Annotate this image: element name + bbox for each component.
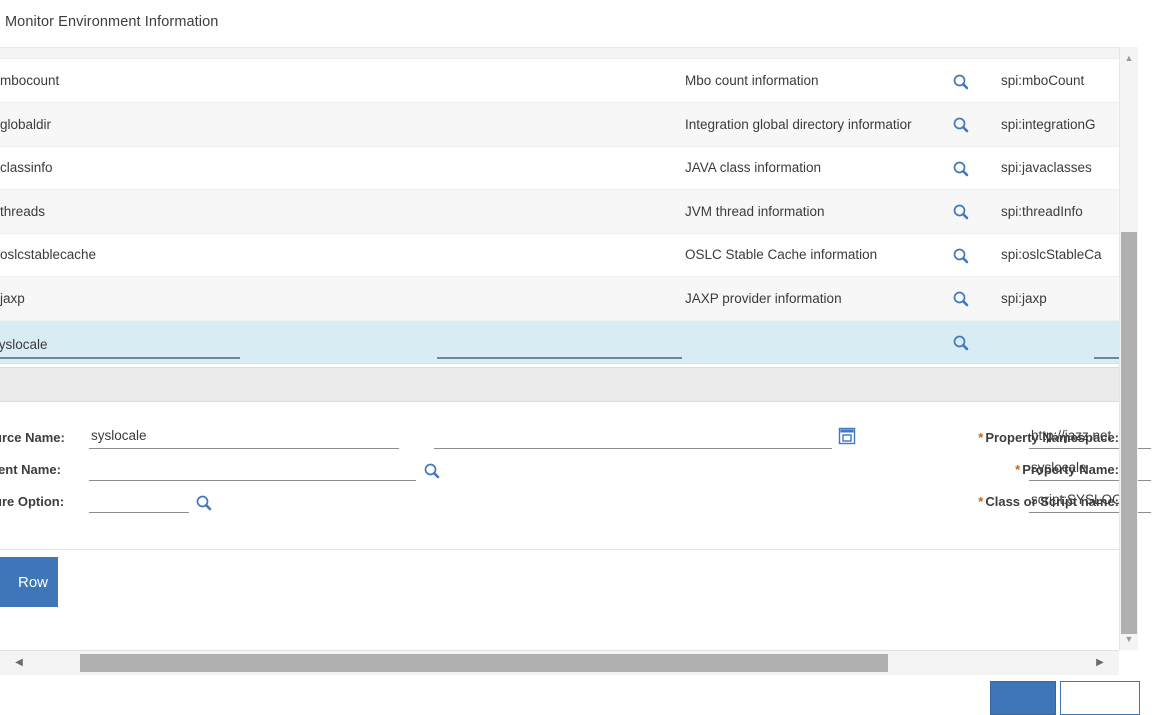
search-icon[interactable] <box>952 334 970 352</box>
cell-description: JVM thread information <box>685 203 825 219</box>
table-row[interactable]: globaldir Integration global directory i… <box>0 102 1119 147</box>
table-toolbar-band <box>0 367 1119 402</box>
form-row-parent-name: rent Name: *Property Name: <box>0 456 1151 487</box>
page-title: Monitor Environment Information <box>5 14 219 30</box>
detail-form: urce Name: *Property Namespace: rent Nam… <box>0 408 1151 548</box>
cell-description: JAVA class information <box>685 160 822 176</box>
search-icon[interactable] <box>952 73 970 91</box>
table-row[interactable]: jaxp JAXP provider information spi:jaxp <box>0 276 1119 321</box>
vertical-scrollbar-thumb[interactable] <box>1121 232 1137 634</box>
search-icon[interactable] <box>952 203 970 221</box>
scroll-left-arrow-icon[interactable]: ◀ <box>8 651 30 675</box>
select-value-icon[interactable] <box>838 427 856 450</box>
cell-resource-name: globaldir <box>0 116 52 132</box>
feature-option-label: ure Option: <box>0 494 65 509</box>
table-row[interactable]: threads JVM thread information spi:threa… <box>0 189 1119 234</box>
cell-resource-name: oslcstablecache <box>0 247 97 263</box>
cell-spi-key: spi:integrationG <box>1001 116 1096 132</box>
scroll-down-arrow-icon[interactable]: ▼ <box>1120 631 1138 647</box>
vertical-scrollbar[interactable]: ▲ ▼ <box>1119 47 1138 650</box>
form-row-resource-name: urce Name: *Property Namespace: <box>0 424 1151 455</box>
horizontal-scrollbar-thumb[interactable] <box>80 654 888 672</box>
required-marker: * <box>1015 462 1021 477</box>
search-icon[interactable] <box>952 160 970 178</box>
dialog-secondary-button[interactable] <box>1060 681 1140 715</box>
feature-option-input[interactable] <box>89 490 189 513</box>
cell-resource-name: jaxp <box>0 290 25 306</box>
table-row[interactable]: classinfo JAVA class information spi:jav… <box>0 146 1119 190</box>
selected-row-name-input[interactable] <box>0 334 240 359</box>
parent-name-input[interactable] <box>89 458 416 481</box>
table-row-selected[interactable] <box>0 320 1119 364</box>
resource-name-input[interactable] <box>89 426 399 449</box>
cell-description: Integration global directory informatior <box>685 116 912 132</box>
search-icon[interactable] <box>952 247 970 265</box>
dialog-primary-button[interactable] <box>990 681 1056 715</box>
resource-name-label: urce Name: <box>0 430 65 445</box>
parent-name-label: rent Name: <box>0 462 61 477</box>
search-icon[interactable] <box>423 462 441 480</box>
table-row[interactable]: oslcstablecache OSLC Stable Cache inform… <box>0 233 1119 277</box>
cell-spi-key: spi:mboCount <box>1001 73 1085 88</box>
selected-row-spi-input[interactable] <box>1094 334 1119 359</box>
cell-resource-name: classinfo <box>0 160 53 176</box>
cell-description: OSLC Stable Cache information <box>685 247 878 263</box>
horizontal-scrollbar[interactable]: ◀ ▶ <box>0 650 1119 675</box>
table-body: mbocount Mbo count information spi:mboCo… <box>0 59 1119 364</box>
scroll-right-arrow-icon[interactable]: ▶ <box>1089 651 1111 675</box>
search-icon[interactable] <box>952 116 970 134</box>
scroll-up-arrow-icon[interactable]: ▲ <box>1120 50 1138 66</box>
cell-spi-key: spi:javaclasses <box>1001 160 1092 176</box>
cell-resource-name: mbocount <box>0 73 60 88</box>
required-marker: * <box>978 430 984 445</box>
form-divider <box>0 549 1119 550</box>
new-row-button[interactable]: Row <box>0 557 58 607</box>
form-row-feature-option: ure Option: * Class or Script name: <box>0 488 1151 519</box>
cell-spi-key: spi:threadInfo <box>1001 203 1083 219</box>
cell-spi-key: spi:jaxp <box>1001 290 1047 306</box>
resource-table-panel: mbocount Mbo count information spi:mboCo… <box>0 47 1119 402</box>
selected-row-description-input[interactable] <box>437 334 682 359</box>
required-marker: * <box>978 494 984 509</box>
cell-description: JAXP provider information <box>685 290 842 306</box>
cell-spi-key: spi:oslcStableCa <box>1001 247 1102 263</box>
table-header-strip <box>0 48 1119 59</box>
resource-table: mbocount Mbo count information spi:mboCo… <box>0 59 1119 364</box>
resource-name-secondary-input[interactable] <box>434 426 832 449</box>
table-row[interactable]: mbocount Mbo count information spi:mboCo… <box>0 59 1119 103</box>
cell-resource-name: threads <box>0 203 46 219</box>
search-icon[interactable] <box>952 290 970 308</box>
search-icon[interactable] <box>195 494 213 512</box>
cell-description: Mbo count information <box>685 73 819 88</box>
